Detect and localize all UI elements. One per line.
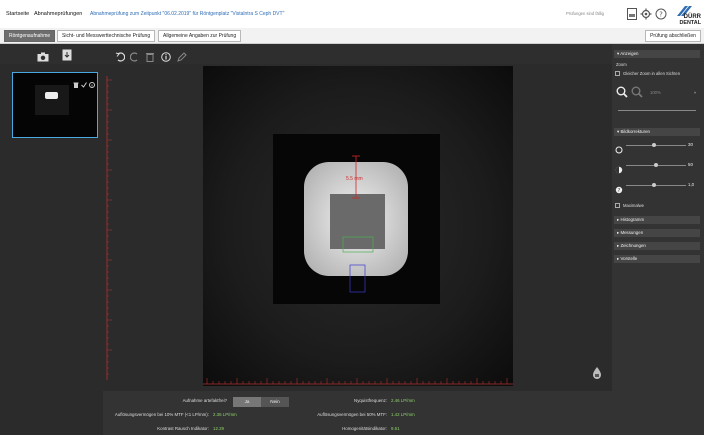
homogeneity-label: Homogenitätsindikator: <box>342 426 387 431</box>
brightness-slider[interactable] <box>626 145 686 146</box>
image-list-panel <box>0 64 103 435</box>
top-bar: Startseite Abnahmeprüfungen Abnahmeprüfu… <box>0 0 704 28</box>
svg-text:?: ? <box>618 188 621 194</box>
section-measurements[interactable]: ▸ Messungen <box>614 229 700 237</box>
check-icon[interactable] <box>81 75 87 93</box>
drop-icon[interactable] <box>592 366 602 385</box>
nav-home[interactable]: Startseite <box>6 11 29 17</box>
image-thumbnail[interactable] <box>12 72 98 138</box>
svg-text:DENTAL: DENTAL <box>680 20 702 26</box>
tab-x-ray-image[interactable]: Röntgenaufnahme <box>4 30 56 42</box>
section-presets[interactable]: ▸ Vorstelle <box>614 255 700 263</box>
breadcrumb: Abnahmeprüfung zum Zeitpunkt "06.02.2019… <box>90 11 285 17</box>
zoom-out-icon[interactable] <box>631 85 643 103</box>
contrast-knob[interactable] <box>654 163 658 167</box>
mtf50-label: Auflösungsvermögen bei 50% MTF: <box>317 412 387 417</box>
artifact-question-label: Aufnahme artefaktfrei? <box>182 398 227 403</box>
tab-general-info[interactable]: Allgemeine Angaben zur Prüfung <box>158 30 242 42</box>
status-text: Prüfungen sind fällig <box>566 11 604 16</box>
nyquist-label: Nyquistfrequenz: <box>354 398 387 403</box>
gamma-knob[interactable] <box>652 183 656 187</box>
mtf10-value: 2.36 LP/mm <box>213 412 237 417</box>
svg-text:?: ? <box>659 11 663 19</box>
nav-acceptance-tests[interactable]: Abnahmeprüfungen <box>34 11 82 17</box>
section-histogram[interactable]: ▸ Histogramm <box>614 216 700 224</box>
gamma-value: 1,0 <box>688 182 695 187</box>
contrast-icon <box>615 161 623 179</box>
info-icon[interactable] <box>89 75 95 93</box>
measurement-label: 5.5 mm <box>346 176 363 182</box>
results-panel: Aufnahme artefaktfrei? Ja Nein Nyquistfr… <box>103 391 612 435</box>
x-ray-image[interactable]: 5.5 mm <box>103 64 612 391</box>
image-viewer[interactable]: 5.5 mm <box>103 64 612 391</box>
section-display[interactable]: ▾ Anzeigen <box>614 50 700 58</box>
svg-text:DÜRR: DÜRR <box>684 13 702 20</box>
viewer-toolbar <box>103 44 612 64</box>
contrast-noise-value: 12.29 <box>213 426 224 431</box>
gamma-icon: ? <box>615 181 623 199</box>
brightness-icon <box>615 141 623 159</box>
left-toolbar <box>0 44 103 64</box>
tools-panel: ▾ Anzeigen Zoom Gleicher Zoom in allen S… <box>612 44 704 435</box>
zoom-dropdown-icon[interactable]: ▾ <box>694 90 696 95</box>
homogeneity-value: 9.51 <box>391 426 400 431</box>
phantom-core <box>330 194 385 249</box>
artifact-yes-button[interactable]: Ja <box>233 397 261 407</box>
max-value-label: Maximalwe <box>623 203 644 208</box>
section-image-corrections[interactable]: ▾ Bildkorrekturen <box>614 128 700 136</box>
zoom-value[interactable]: 100% <box>650 90 661 95</box>
nyquist-value: 2.46 LP/mm <box>391 398 415 403</box>
contrast-value: 50 <box>688 162 693 167</box>
zoom-slider[interactable] <box>618 110 696 111</box>
trash-icon[interactable] <box>73 75 79 93</box>
zoom-label: Zoom <box>616 62 627 67</box>
max-value-checkbox[interactable] <box>615 203 620 208</box>
same-zoom-label: Gleicher Zoom in allen Sichten <box>623 71 681 76</box>
tab-bar: Röntgenaufnahme Sicht- und Messwerttechn… <box>0 28 704 44</box>
tab-visual-measurement-test[interactable]: Sicht- und Messwerttechnische Prüfung <box>57 30 156 42</box>
same-zoom-checkbox[interactable] <box>615 71 620 76</box>
brightness-knob[interactable] <box>652 143 656 147</box>
contrast-noise-label: Kontrast Rausch Indikator: <box>157 426 209 431</box>
finish-test-button[interactable]: Prüfung abschließen <box>645 30 701 42</box>
settings-icon[interactable] <box>640 8 652 20</box>
brand-logo: DÜRR DENTAL <box>676 4 702 26</box>
section-drawings[interactable]: ▸ Zeichnungen <box>614 242 700 250</box>
help-icon[interactable]: ? <box>655 8 667 20</box>
thumbnail-image <box>35 85 69 115</box>
zoom-in-icon[interactable] <box>616 85 628 103</box>
pdf-icon[interactable] <box>626 8 638 20</box>
artifact-no-button[interactable]: Nein <box>261 397 289 407</box>
brightness-value: 30 <box>688 142 693 147</box>
mtf50-value: 1.42 LP/mm <box>391 412 415 417</box>
mtf10-label: Auflösungsvermögen bei 10% MTF (<1 LP/mm… <box>114 412 209 417</box>
gamma-slider[interactable] <box>626 185 686 186</box>
